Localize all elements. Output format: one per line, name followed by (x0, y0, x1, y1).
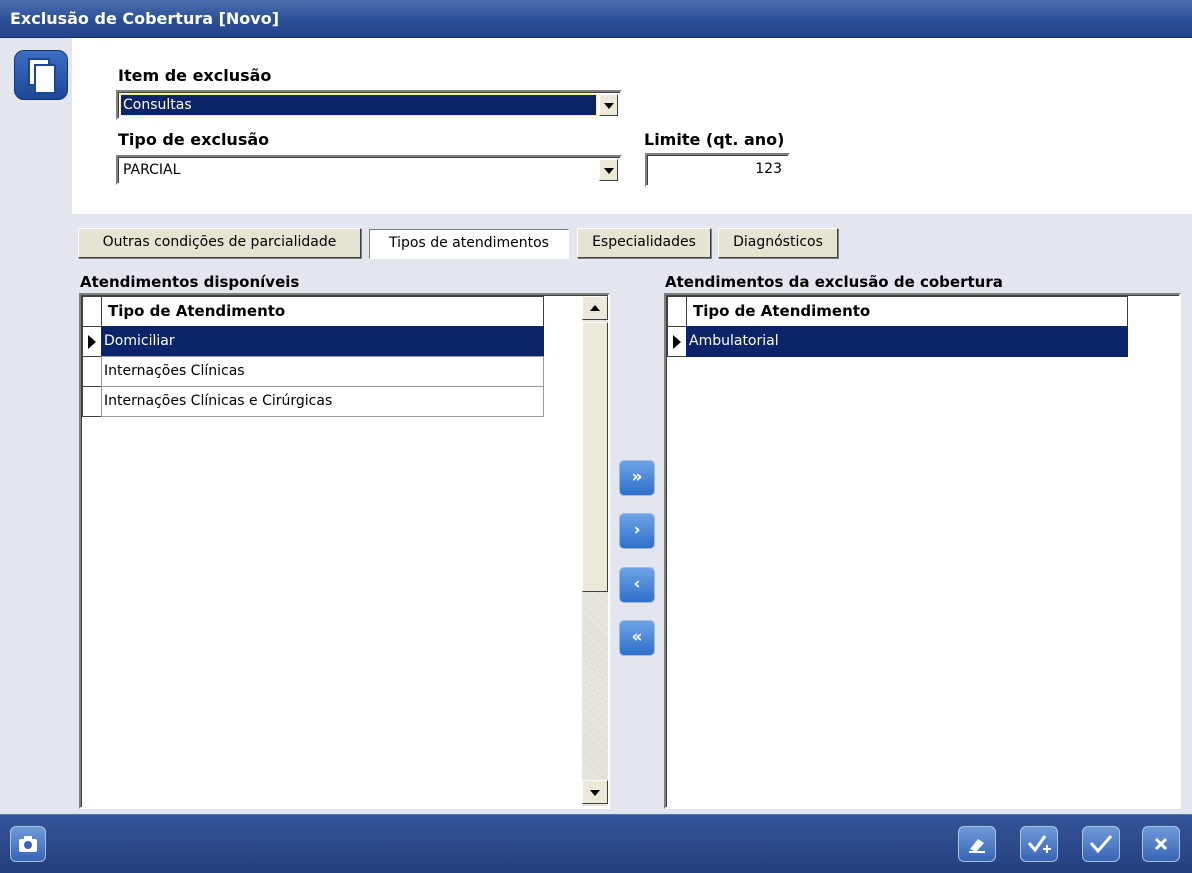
table-row[interactable]: Internações Clínicas (101, 356, 544, 387)
chevron-down-icon[interactable] (599, 159, 618, 181)
row-indicator (82, 356, 102, 387)
item-value: Consultas (120, 94, 597, 116)
window-title: Exclusão de Cobertura [Novo] (0, 0, 1192, 38)
selected-column-header[interactable]: Tipo de Atendimento (686, 296, 1128, 327)
add-all-button[interactable]: » (619, 460, 655, 496)
left-strip (0, 38, 72, 814)
documents-icon (14, 50, 68, 100)
scroll-down-icon[interactable] (582, 780, 608, 804)
tab-tipos-atendimentos[interactable]: Tipos de atendimentos (369, 229, 569, 259)
tipo-combobox[interactable]: PARCIAL (116, 155, 622, 185)
check-icon[interactable] (1082, 826, 1120, 862)
add-one-button[interactable]: › (619, 513, 655, 549)
item-label: Item de exclusão (118, 66, 272, 85)
grid-indicator-header (667, 296, 687, 327)
tipo-label: Tipo de exclusão (118, 130, 270, 149)
tab-outras-condicoes[interactable]: Outras condições de parcialidade (78, 228, 361, 258)
remove-one-button[interactable]: ‹ (619, 567, 655, 603)
table-row[interactable]: Domiciliar (101, 326, 544, 357)
bottom-toolbar (0, 814, 1192, 873)
item-combobox[interactable]: Consultas (116, 90, 622, 120)
row-indicator-icon (82, 326, 102, 357)
check-plus-icon[interactable] (1020, 826, 1058, 862)
scroll-up-icon[interactable] (582, 296, 608, 320)
available-scrollbar[interactable] (582, 296, 608, 806)
selected-title: Atendimentos da exclusão de cobertura (665, 273, 1003, 291)
limite-label: Limite (qt. ano) (644, 130, 785, 149)
limite-input[interactable]: 123 (645, 153, 790, 187)
table-row[interactable]: Internações Clínicas e Cirúrgicas (101, 386, 544, 417)
remove-all-button[interactable]: « (619, 620, 655, 656)
table-row[interactable]: Ambulatorial (686, 326, 1128, 357)
available-title: Atendimentos disponíveis (80, 273, 300, 291)
grid-indicator-header (82, 296, 102, 327)
row-indicator (82, 386, 102, 417)
tipo-value: PARCIAL (123, 162, 181, 178)
chevron-down-icon[interactable] (599, 94, 618, 116)
camera-icon[interactable] (10, 826, 46, 862)
selected-grid[interactable] (664, 293, 1181, 809)
scroll-thumb[interactable] (582, 322, 608, 592)
eraser-icon[interactable] (958, 826, 996, 862)
tab-diagnosticos[interactable]: Diagnósticos (718, 228, 838, 258)
tab-especialidades[interactable]: Especialidades (577, 228, 711, 258)
row-indicator-icon (667, 326, 687, 357)
close-icon[interactable] (1142, 826, 1180, 862)
available-column-header[interactable]: Tipo de Atendimento (101, 296, 544, 327)
